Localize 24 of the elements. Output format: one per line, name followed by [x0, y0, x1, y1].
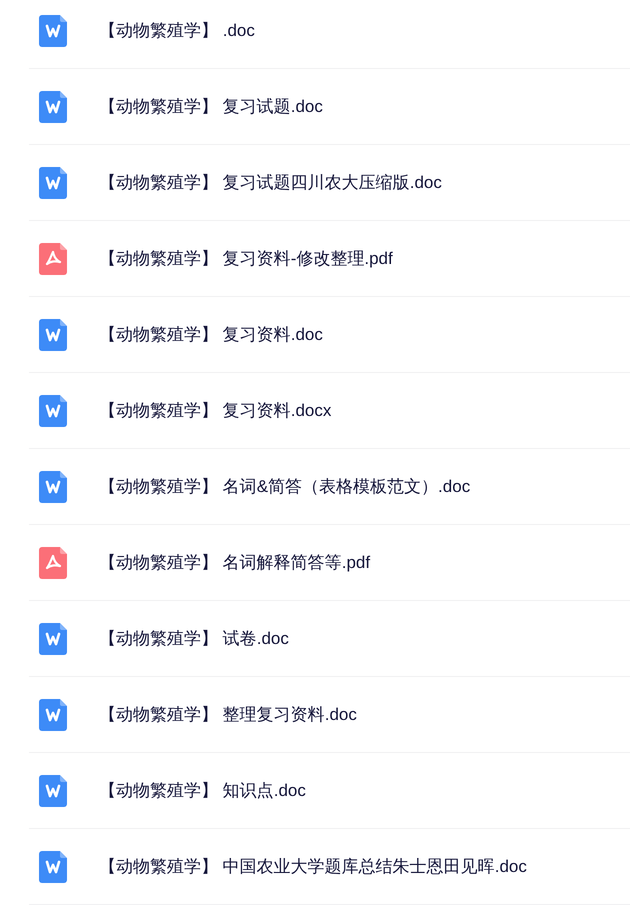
word-document-icon [39, 774, 67, 806]
word-document-icon [39, 470, 67, 502]
file-name[interactable]: 【动物繁殖学】 复习资料-修改整理.pdf [99, 247, 393, 270]
word-document-icon [39, 698, 67, 730]
word-document-icon [39, 850, 67, 882]
file-name[interactable]: 【动物繁殖学】 复习资料.docx [99, 399, 332, 422]
file-name[interactable]: 【动物繁殖学】 复习试题四川农大压缩版.doc [99, 171, 442, 194]
file-name[interactable]: 【动物繁殖学】 复习试题.doc [99, 95, 323, 118]
word-document-icon [39, 622, 67, 654]
file-name[interactable]: 【动物繁殖学】 试卷.doc [99, 627, 289, 650]
file-name[interactable]: 【动物繁殖学】 中国农业大学题库总结朱士恩田见晖.doc [99, 855, 527, 878]
file-name[interactable]: 【动物繁殖学】 知识点.doc [99, 779, 306, 802]
word-document-icon [39, 318, 67, 350]
file-name[interactable]: 【动物繁殖学】 整理复习资料.doc [99, 703, 357, 726]
word-document-icon [39, 14, 67, 46]
file-name[interactable]: 【动物繁殖学】 名词&简答（表格模板范文）.doc [99, 475, 470, 498]
word-document-icon [39, 166, 67, 198]
file-name[interactable]: 【动物繁殖学】 .doc [99, 19, 255, 42]
pdf-document-icon [39, 242, 67, 274]
file-name[interactable]: 【动物繁殖学】 名词解释简答等.pdf [99, 551, 370, 574]
pdf-document-icon [39, 546, 67, 578]
file-name[interactable]: 【动物繁殖学】 复习资料.doc [99, 323, 323, 346]
word-document-icon [39, 394, 67, 426]
word-document-icon [39, 90, 67, 122]
